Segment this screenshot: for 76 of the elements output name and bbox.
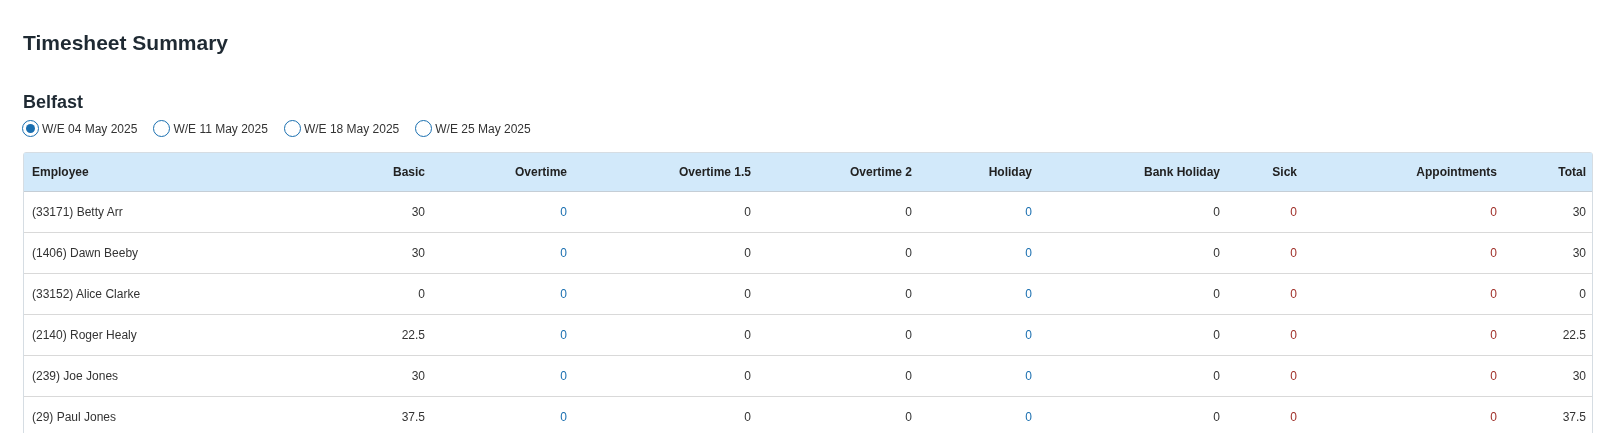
- table-cell: 0: [1025, 204, 1032, 219]
- table-cell: 0: [1025, 409, 1032, 424]
- column-header: Sick: [1272, 164, 1297, 179]
- table-cell: (33152) Alice Clarke: [32, 286, 141, 301]
- table-cell: (239) Joe Jones: [32, 368, 119, 383]
- column-header: Employee: [32, 164, 89, 179]
- table-cell: 0: [560, 245, 567, 260]
- table-cell: 0: [1290, 327, 1297, 342]
- table-cell: 37.5: [401, 409, 425, 424]
- week-radio[interactable]: W/E 04 May 2025: [22, 119, 138, 138]
- column-header: Basic: [392, 164, 425, 179]
- table-cell: (2140) Roger Healy: [32, 327, 137, 342]
- table-cell: 0: [560, 409, 567, 424]
- table-cell: 37.5: [1562, 409, 1586, 424]
- table-cell: 0: [560, 204, 567, 219]
- table-cell: 0: [1290, 368, 1297, 383]
- table-cell: 0: [1490, 286, 1497, 301]
- table-cell: 0: [744, 204, 751, 219]
- table-cell: 30: [411, 368, 425, 383]
- page-title: Timesheet Summary: [23, 30, 229, 56]
- table-cell: 0: [1490, 245, 1497, 260]
- column-header: Overtime: [514, 164, 567, 179]
- table-cell: 0: [1025, 327, 1032, 342]
- table-cell: 0: [1025, 245, 1032, 260]
- week-radio[interactable]: W/E 18 May 2025: [283, 119, 400, 138]
- table-cell: 0: [1490, 204, 1497, 219]
- table-cell: (29) Paul Jones: [32, 409, 117, 424]
- table-cell: 0: [1213, 368, 1220, 383]
- table-cell: 0: [1290, 286, 1297, 301]
- column-header: Overtime 1.5: [678, 164, 751, 179]
- table-cell: 22.5: [1562, 327, 1586, 342]
- table-cell: 0: [744, 286, 751, 301]
- table-cell: 0: [1213, 204, 1220, 219]
- table-cell: 0: [1213, 327, 1220, 342]
- table-cell: 0: [905, 245, 912, 260]
- table-cell: 0: [1213, 245, 1220, 260]
- table-cell: 30: [1572, 245, 1586, 260]
- table-cell: 0: [1490, 409, 1497, 424]
- column-header: Appointments: [1416, 164, 1497, 179]
- table-cell: 0: [1025, 286, 1032, 301]
- table-cell: 0: [905, 286, 912, 301]
- table-cell: 0: [1290, 409, 1297, 424]
- column-header: Total: [1558, 164, 1586, 179]
- table-cell: 30: [411, 245, 425, 260]
- table-cell: 0: [744, 245, 751, 260]
- table-cell: 0: [1025, 368, 1032, 383]
- week-radio[interactable]: W/E 25 May 2025: [415, 119, 531, 138]
- table-cell: 0: [1579, 286, 1586, 301]
- table-cell: 0: [560, 286, 567, 301]
- table-cell: 0: [1213, 286, 1220, 301]
- table-cell: 0: [1213, 409, 1220, 424]
- table-cell: 0: [744, 368, 751, 383]
- table-cell: 30: [1572, 204, 1586, 219]
- table-cell: 0: [1290, 204, 1297, 219]
- table-cell: 0: [744, 409, 751, 424]
- table-cell: 0: [744, 327, 751, 342]
- table-cell: 0: [560, 368, 567, 383]
- column-header: Bank Holiday: [1143, 164, 1220, 179]
- column-header: Overtime 2: [849, 164, 912, 179]
- table-cell: 0: [418, 286, 425, 301]
- table-cell: 0: [1290, 245, 1297, 260]
- table-cell: (33171) Betty Arr: [32, 204, 123, 219]
- table-cell: 0: [560, 327, 567, 342]
- column-header: Holiday: [988, 164, 1032, 179]
- week-radio[interactable]: W/E 11 May 2025: [153, 119, 268, 138]
- table-cell: 0: [905, 327, 912, 342]
- table-cell: (1406) Dawn Beeby: [32, 245, 139, 260]
- table-cell: 0: [905, 204, 912, 219]
- table-cell: 0: [905, 409, 912, 424]
- location-heading: Belfast: [23, 90, 84, 114]
- table-cell: 0: [1490, 368, 1497, 383]
- table-cell: 22.5: [401, 327, 425, 342]
- table-cell: 0: [905, 368, 912, 383]
- table-cell: 30: [1572, 368, 1586, 383]
- table-cell: 30: [411, 204, 425, 219]
- table-cell: 0: [1490, 327, 1497, 342]
